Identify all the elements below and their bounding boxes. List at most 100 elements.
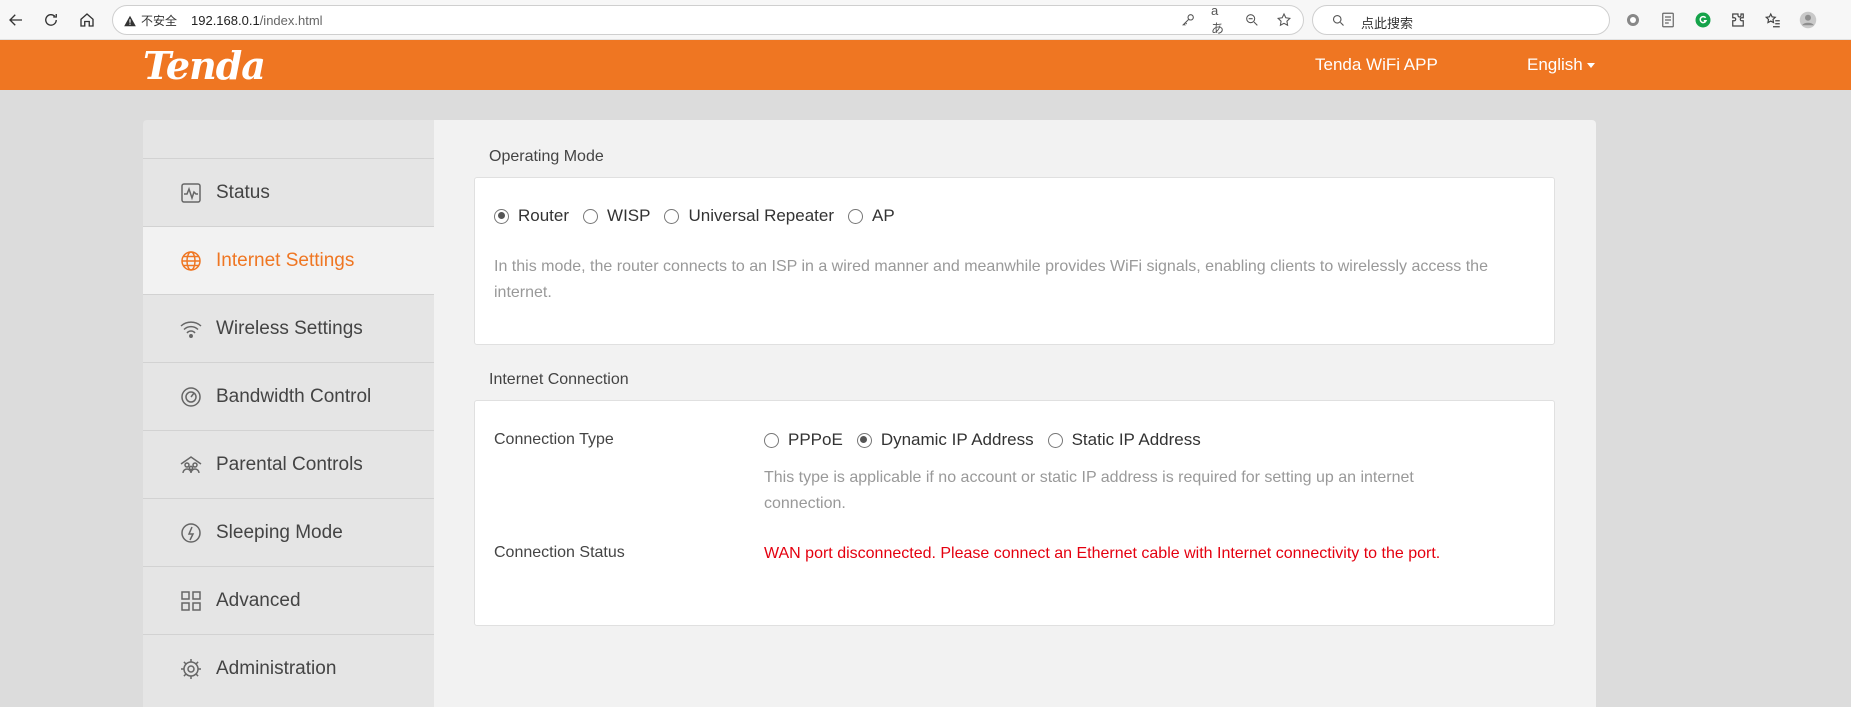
home-icon — [80, 13, 94, 27]
radio-router[interactable]: Router — [494, 206, 569, 226]
globe-icon — [178, 248, 204, 274]
favorites-icon — [1764, 12, 1780, 28]
radio-label: WISP — [607, 206, 651, 225]
gauge-icon — [178, 384, 204, 410]
radio-label: Universal Repeater — [688, 206, 834, 225]
connection-type-label: Connection Type — [494, 431, 614, 448]
browser-toolbar: 不安全 192.168.0.1/index.html aあ 点此搜索 — [0, 0, 1851, 40]
avatar-icon — [1799, 11, 1817, 29]
grammarly-extension-button[interactable] — [1692, 9, 1714, 31]
tenda-logo: Tenda — [143, 43, 266, 88]
family-icon — [178, 452, 204, 478]
status-icon — [178, 180, 204, 206]
radio-circle — [494, 208, 509, 224]
record-icon — [1627, 14, 1639, 26]
radio-label: PPPoE — [788, 430, 843, 449]
internet-connection-title: Internet Connection — [489, 371, 629, 388]
radio-dynamic-ip[interactable]: Dynamic IP Address — [856, 430, 1034, 450]
translate-button[interactable]: aあ — [1211, 3, 1229, 36]
key-icon — [1182, 14, 1194, 26]
radio-label: Router — [518, 206, 570, 225]
record-extension-button[interactable] — [1622, 9, 1644, 31]
connection-type-description: This type is applicable if no account or… — [764, 469, 1414, 512]
gear-icon — [178, 656, 204, 682]
internet-connection-panel: Connection Type PPPoE Dynamic IP Address… — [474, 400, 1555, 626]
back-button[interactable] — [4, 8, 28, 32]
home-button[interactable] — [75, 8, 99, 32]
key-button[interactable] — [1179, 11, 1197, 29]
radio-static-ip[interactable]: Static IP Address — [1047, 430, 1201, 450]
caret-down-icon — [1586, 63, 1595, 69]
site-security-indicator[interactable]: 不安全 — [123, 12, 177, 29]
language-label: English — [1527, 55, 1583, 74]
sidebar-item-advanced[interactable]: Advanced — [143, 566, 434, 634]
sleep-icon — [178, 520, 204, 546]
sidebar-item-label: Wireless Settings — [216, 317, 363, 339]
router-header: Tenda Tenda WiFi APP English — [0, 40, 1851, 90]
sidebar-item-label: Advanced — [216, 589, 301, 611]
warning-icon — [124, 15, 136, 26]
reload-button[interactable] — [39, 8, 63, 32]
star-icon — [1276, 12, 1292, 27]
radio-circle — [856, 432, 872, 448]
radio-circle — [583, 208, 599, 224]
url-text[interactable]: 192.168.0.1/index.html — [191, 13, 323, 28]
connection-type-radio-group: PPPoE Dynamic IP Address Static IP Addre… — [764, 430, 1215, 450]
url-path: /index.html — [259, 13, 323, 28]
extensions-button[interactable] — [1727, 9, 1749, 31]
browser-search-input[interactable]: 点此搜索 — [1312, 5, 1610, 35]
favorites-button[interactable] — [1762, 9, 1784, 31]
radio-circle — [764, 432, 779, 448]
radio-wisp[interactable]: WISP — [583, 206, 650, 226]
arrow-left-icon — [9, 14, 22, 26]
radio-label: Dynamic IP Address — [880, 430, 1034, 449]
zoom-out-icon — [1246, 14, 1258, 26]
radio-circle — [848, 208, 863, 224]
sidebar-item-label: Internet Settings — [216, 249, 355, 271]
sidebar-nav: Status Internet Settings Wireless Settin… — [143, 120, 434, 707]
document-icon — [1662, 12, 1674, 28]
grammarly-icon — [1695, 12, 1711, 28]
radio-label: Static IP Address — [1071, 430, 1201, 449]
sidebar-item-status[interactable]: Status — [143, 158, 434, 226]
sidebar-item-wireless-settings[interactable]: Wireless Settings — [143, 294, 434, 362]
zoom-button[interactable] — [1243, 11, 1261, 29]
radio-label: AP — [872, 206, 895, 225]
radio-circle — [664, 208, 680, 224]
reader-extension-button[interactable] — [1657, 9, 1679, 31]
radio-circle — [1047, 432, 1063, 448]
sidebar-item-internet-settings[interactable]: Internet Settings — [143, 226, 434, 294]
puzzle-icon — [1732, 13, 1744, 27]
radio-pppoe[interactable]: PPPoE — [764, 430, 843, 450]
sidebar-item-parental-controls[interactable]: Parental Controls — [143, 430, 434, 498]
url-host: 192.168.0.1 — [191, 13, 260, 28]
profile-button[interactable] — [1797, 9, 1819, 31]
wifi-icon — [178, 316, 204, 342]
insecure-label: 不安全 — [141, 14, 178, 28]
operating-mode-panel: Router WISP Universal Repeater AP In thi… — [474, 177, 1555, 345]
operating-mode-description: In this mode, the router connects to an … — [494, 258, 1488, 301]
translate-icon: aあ — [1211, 3, 1225, 36]
connection-status-label: Connection Status — [494, 544, 625, 561]
bookmark-button[interactable] — [1275, 11, 1293, 29]
address-bar[interactable]: 不安全 192.168.0.1/index.html aあ — [112, 3, 1304, 36]
operating-mode-radio-group: Router WISP Universal Repeater AP — [494, 206, 909, 226]
sidebar-item-label: Parental Controls — [216, 453, 363, 475]
sidebar-item-label: Sleeping Mode — [216, 521, 343, 543]
sidebar-item-bandwidth-control[interactable]: Bandwidth Control — [143, 362, 434, 430]
sidebar-item-administration[interactable]: Administration — [143, 634, 434, 702]
main-content: Operating Mode Router WISP Universal Rep… — [434, 120, 1596, 707]
search-icon — [1332, 14, 1344, 26]
language-selector[interactable]: English — [1527, 55, 1595, 75]
operating-mode-title: Operating Mode — [489, 148, 604, 165]
wifi-app-link[interactable]: Tenda WiFi APP — [1315, 55, 1438, 75]
reload-icon — [45, 14, 57, 26]
connection-status-message: WAN port disconnected. Please connect an… — [764, 545, 1441, 562]
sidebar-item-label: Administration — [216, 657, 337, 679]
radio-universal-repeater[interactable]: Universal Repeater — [664, 206, 834, 226]
sidebar-item-label: Status — [216, 181, 270, 203]
grid-icon — [178, 588, 204, 614]
sidebar-item-sleeping-mode[interactable]: Sleeping Mode — [143, 498, 434, 566]
radio-ap[interactable]: AP — [848, 206, 895, 226]
sidebar-item-label: Bandwidth Control — [216, 385, 372, 407]
